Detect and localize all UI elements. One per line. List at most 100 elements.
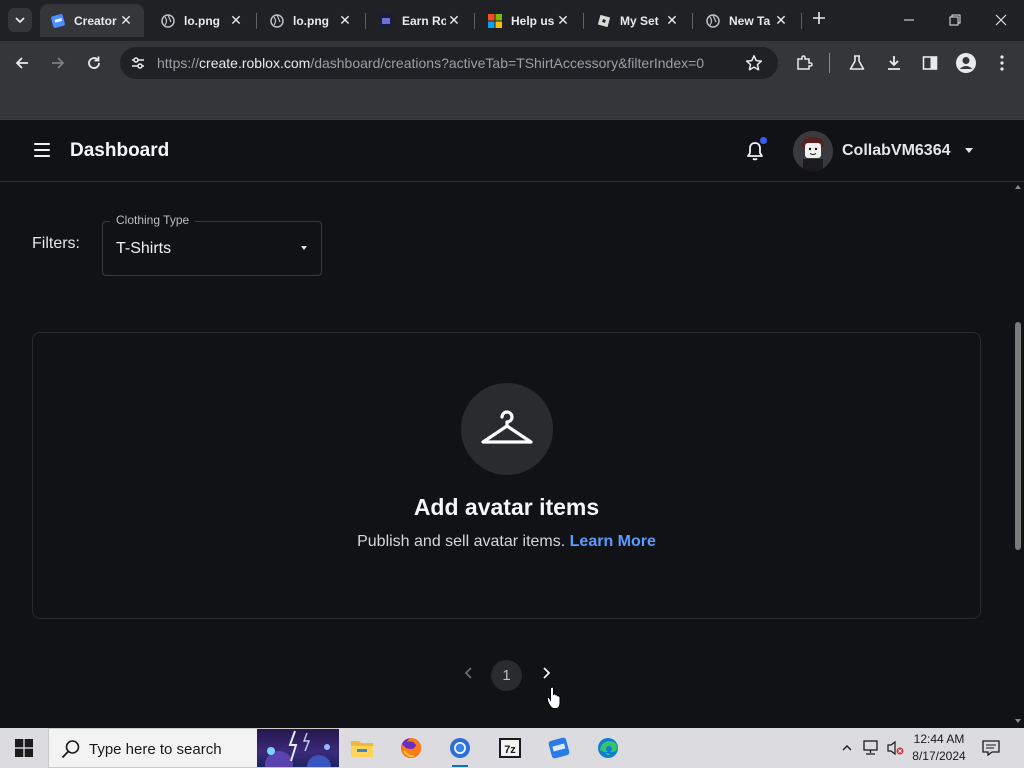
taskbar-clock[interactable]: 12:44 AM 8/17/2024 [906, 731, 972, 765]
seven-zip-icon: 7z [499, 738, 521, 758]
search-placeholder: Type here to search [89, 741, 222, 758]
reload-button[interactable] [80, 49, 108, 77]
tab-title: lo.png [293, 13, 329, 28]
firefox-button[interactable] [391, 732, 431, 764]
tab-title: Creator [74, 13, 117, 28]
user-avatar-image [793, 131, 833, 171]
hand-cursor-icon [546, 686, 561, 709]
next-page-button[interactable] [539, 666, 553, 680]
file-explorer-button[interactable] [342, 732, 382, 764]
volume-button[interactable] [884, 728, 906, 768]
browser-tab-creator[interactable]: Creator ✕ [40, 4, 144, 37]
chrome-button[interactable] [440, 732, 480, 767]
roblox-studio-icon [50, 13, 66, 29]
browser-tab-help-us[interactable]: Help us ✕ [477, 4, 581, 37]
previous-page-button[interactable] [462, 666, 476, 680]
toolbar-separator [829, 53, 830, 73]
tab-separator [365, 13, 366, 29]
browser-tab-new-tab[interactable]: New Ta ✕ [695, 4, 799, 37]
close-window-button[interactable] [979, 6, 1023, 34]
avatar[interactable] [793, 131, 833, 171]
more-vert-icon [1000, 55, 1004, 71]
bookmark-star-button[interactable] [744, 53, 764, 73]
restore-button[interactable] [933, 6, 977, 34]
tab-title: lo.png [184, 13, 220, 28]
scroll-up-arrow-icon[interactable] [1015, 185, 1021, 189]
arrow-right-icon [52, 57, 65, 69]
tab-title: Earn Ro [402, 13, 446, 28]
start-button[interactable] [0, 728, 48, 768]
notification-center-icon [982, 740, 1000, 756]
star-icon [745, 55, 763, 71]
globe-icon [269, 13, 285, 29]
windows-taskbar: Type here to search 7z 12:44 AM 8/17/202… [0, 728, 1024, 768]
close-icon[interactable]: ✕ [228, 12, 244, 29]
close-icon[interactable]: ✕ [664, 12, 680, 29]
hanger-icon [481, 410, 533, 444]
url-text: https://create.roblox.com/dashboard/crea… [157, 55, 704, 71]
notification-badge [760, 137, 767, 144]
page-title: Dashboard [70, 140, 170, 161]
address-bar[interactable]: https://create.roblox.com/dashboard/crea… [120, 47, 778, 79]
back-button[interactable] [8, 49, 36, 77]
clock-time: 12:44 AM [913, 732, 965, 746]
network-icon [863, 740, 878, 755]
extensions-button[interactable] [790, 49, 818, 77]
clothing-type-value[interactable]: T-Shirts [116, 240, 171, 258]
browser-tab-lo-png-2[interactable]: lo.png ✕ [259, 4, 363, 37]
browser-tab-earn[interactable]: Earn Ro ✕ [368, 4, 472, 37]
show-hidden-icons-button[interactable] [838, 728, 856, 768]
new-tab-button[interactable] [809, 10, 829, 30]
action-center-button[interactable] [980, 728, 1002, 768]
network-button[interactable] [860, 728, 882, 768]
profile-button[interactable] [952, 49, 980, 77]
browser-menu-button[interactable] [988, 49, 1016, 77]
labs-button[interactable] [843, 49, 871, 77]
seven-zip-button[interactable]: 7z [490, 732, 530, 764]
url-path: /dashboard/creations?activeTab=TShirtAcc… [310, 55, 705, 71]
edge-button[interactable] [588, 732, 628, 764]
restore-icon [949, 14, 961, 26]
tab-title: New Ta [729, 13, 771, 28]
forward-button[interactable] [44, 49, 72, 77]
learn-more-link[interactable]: Learn More [570, 533, 656, 550]
close-icon[interactable]: ✕ [446, 12, 462, 29]
close-icon[interactable]: ✕ [337, 12, 353, 29]
empty-state-subtitle: Publish and sell avatar items. Learn Mor… [33, 533, 980, 551]
roblox-icon [596, 13, 612, 29]
web-page: Dashboard CollabVM6364 Filters: Clothing… [0, 121, 1024, 728]
close-icon[interactable]: ✕ [555, 12, 571, 29]
download-icon [888, 56, 900, 70]
tab-separator [474, 13, 475, 29]
page-number-button[interactable]: 1 [491, 660, 522, 691]
scroll-down-arrow-icon[interactable] [1015, 719, 1021, 723]
browser-tab-lo-png[interactable]: lo.png ✕ [150, 4, 254, 37]
tab-separator [583, 13, 584, 29]
browser-tab-my-set[interactable]: My Set ✕ [586, 4, 690, 37]
tab-search-button[interactable] [8, 8, 32, 32]
app-header: Dashboard CollabVM6364 [0, 121, 1024, 182]
roblox-studio-button[interactable] [539, 732, 579, 764]
search-highlight-illustration [257, 729, 339, 767]
downloads-button[interactable] [880, 49, 908, 77]
close-icon[interactable]: ✕ [773, 12, 789, 29]
caret-down-icon[interactable] [965, 148, 973, 153]
chevron-up-icon [842, 745, 852, 751]
chevron-right-icon [543, 667, 551, 679]
browser-toolbar: https://create.roblox.com/dashboard/crea… [0, 41, 1024, 85]
empty-state-title: Add avatar items [413, 494, 600, 520]
minimize-button[interactable] [887, 6, 931, 34]
caret-down-icon[interactable] [301, 246, 307, 250]
menu-icon[interactable] [34, 143, 50, 157]
site-info-button[interactable] [128, 53, 148, 73]
side-panel-button[interactable] [916, 49, 944, 77]
username[interactable]: CollabVM6364 [842, 142, 950, 160]
taskbar-search-box[interactable]: Type here to search [48, 728, 339, 768]
account-circle-icon [956, 53, 976, 73]
svg-text:7z: 7z [504, 744, 516, 756]
reload-icon [88, 56, 100, 69]
minimize-icon [904, 19, 914, 21]
scrollbar-thumb[interactable] [1015, 322, 1021, 550]
close-icon[interactable]: ✕ [118, 12, 134, 29]
clock-date: 8/17/2024 [912, 749, 966, 763]
